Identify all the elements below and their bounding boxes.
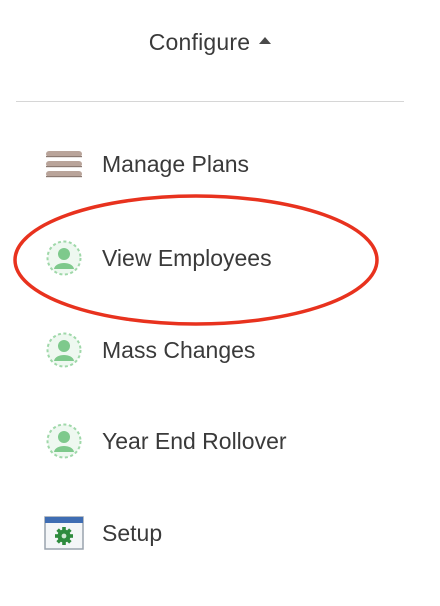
configure-dropdown-toggle[interactable]: Configure (0, 22, 420, 62)
menu-item-view-employees[interactable]: View Employees (44, 236, 384, 280)
person-icon (44, 238, 84, 278)
person-icon (44, 330, 84, 370)
divider (16, 101, 404, 102)
menu-item-label: View Employees (102, 244, 272, 271)
menu-item-mass-changes[interactable]: Mass Changes (44, 328, 384, 372)
menu-item-setup[interactable]: Setup (44, 511, 384, 555)
configure-menu-panel: Configure Manage Plans View Employees Ma… (0, 0, 440, 606)
menu-item-year-end-rollover[interactable]: Year End Rollover (44, 419, 384, 463)
settings-window-icon (44, 513, 84, 553)
menu-item-label: Manage Plans (102, 150, 250, 177)
person-icon (44, 421, 84, 461)
menu-item-label: Mass Changes (102, 336, 256, 363)
menu-item-label: Setup (102, 519, 163, 546)
stack-bars-icon (44, 144, 84, 184)
configure-label: Configure (148, 28, 251, 55)
menu-item-manage-plans[interactable]: Manage Plans (44, 142, 384, 186)
caret-up-icon (259, 37, 272, 44)
menu-item-label: Year End Rollover (102, 427, 287, 454)
